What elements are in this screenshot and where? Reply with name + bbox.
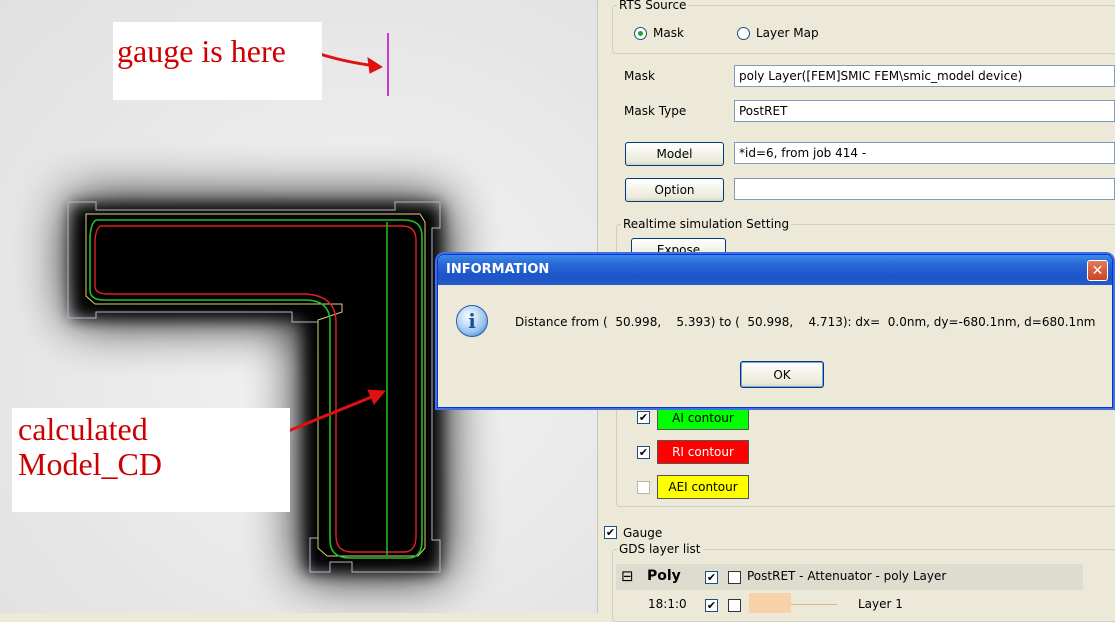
layer-row-name: Layer 1 [858,597,903,611]
mask-type-field[interactable]: PostRET [734,100,1115,122]
ri-contour-color-button[interactable]: RI contour [657,440,749,464]
expand-collapse-icon[interactable]: ⊟ [621,567,634,585]
layer-group-description: PostRET - Attenuator - poly Layer [747,569,947,583]
layer-group-name: Poly [647,568,681,584]
radio-layer-map-indicator[interactable] [737,26,750,40]
close-icon[interactable]: ✕ [1087,260,1108,281]
gauge-annotation: gauge is here [113,22,322,100]
layer-row-id: 18:1:0 [648,597,687,611]
mask-field[interactable]: poly Layer([FEM]SMIC FEM\smic_model devi… [734,65,1115,87]
layer-row-visible-checkbox[interactable]: ✔ [705,599,718,612]
radio-mask-indicator[interactable] [634,26,647,40]
layer-row-select-checkbox[interactable] [728,599,741,612]
dialog-title: INFORMATION [446,262,550,277]
radio-mask[interactable]: Mask [634,26,684,40]
ai-contour-checkbox[interactable]: ✔ [637,411,650,424]
layer-row-color-swatch[interactable] [749,593,791,613]
radio-layer-map-label: Layer Map [756,26,819,40]
gauge-arrow [319,52,384,74]
ri-contour-checkbox[interactable]: ✔ [637,446,650,459]
gauge-checkbox[interactable]: ✔ [604,526,617,539]
dialog-message: Distance from ( 50.998, 5.393) to ( 50.9… [515,315,1096,329]
gauge-label: Gauge [623,526,663,540]
dialog-title-bar[interactable]: INFORMATION ✕ [438,255,1112,285]
rts-source-legend: RTS Source [619,0,687,12]
layer-group-select-checkbox[interactable] [728,571,741,584]
rts-source-group: RTS Source [612,0,1115,54]
gds-layer-list-legend: GDS layer list [619,542,701,556]
model-cd-annotation: calculated Model_CD [12,408,290,512]
radio-layer-map[interactable]: Layer Map [737,26,819,40]
option-field[interactable] [734,178,1115,200]
aerial-image-core [72,205,440,572]
information-icon: i [456,305,488,337]
mask-label: Mask [624,69,655,83]
mask-type-label: Mask Type [624,104,687,118]
radio-mask-label: Mask [653,26,684,40]
layer-row-pattern-line [791,604,837,605]
option-button[interactable]: Option [625,178,724,202]
aei-contour-color-button[interactable]: AEI contour [657,475,749,499]
aei-contour-checkbox[interactable] [637,481,650,494]
layer-group-visible-checkbox[interactable]: ✔ [705,571,718,584]
ai-contour-color-button[interactable]: AI contour [657,406,749,430]
realtime-setting-legend: Realtime simulation Setting [623,217,790,231]
ok-button[interactable]: OK [740,361,824,388]
information-dialog: INFORMATION ✕ i Distance from ( 50.998, … [437,254,1113,408]
model-cd-annotation-line1: calculated [18,411,148,447]
model-button[interactable]: Model [625,142,724,166]
model-field[interactable]: *id=6, from job 414 - [734,142,1115,164]
model-cd-annotation-line2: Model_CD [18,445,162,482]
